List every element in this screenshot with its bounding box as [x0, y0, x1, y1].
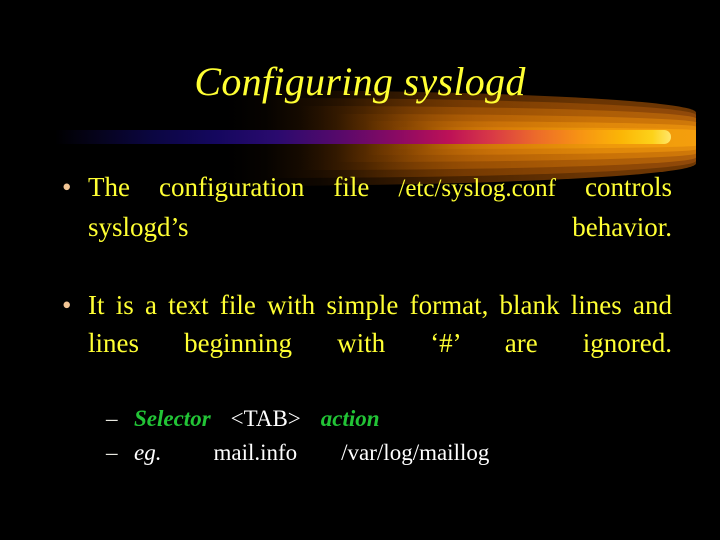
banner-glow-ring-2: [266, 98, 696, 178]
sub-bullet-item: – eg. mail.info/var/log/maillog: [48, 436, 672, 470]
banner-glow-ring-4: [336, 114, 696, 162]
syntax-action-keyword: action: [320, 406, 380, 431]
config-file-path: /etc/syslog.conf: [398, 175, 556, 202]
bullet-marker-icon: •: [62, 172, 72, 202]
slide-title: Configuring syslogd: [194, 59, 526, 104]
bullet-text: The configuration file /etc/syslog.conf …: [88, 168, 672, 284]
sub-bullet-item: – Selector <TAB> action: [48, 402, 672, 436]
bullet-item: • It is a text file with simple format, …: [48, 286, 672, 400]
example-label: eg.: [134, 440, 162, 465]
syntax-selector-keyword: Selector: [134, 406, 211, 431]
bullet-item: • The configuration file /etc/syslog.con…: [48, 168, 672, 284]
banner-glow-ring-6: [391, 127, 696, 149]
bullet-marker-icon: •: [62, 290, 72, 320]
bullet-text-part-before: The configuration file: [88, 172, 399, 202]
banner-glow-ring-3: [301, 106, 696, 170]
banner-core-bar: [55, 130, 671, 144]
bullet-text: It is a text file with simple format, bl…: [88, 290, 672, 358]
banner-glow-ring-5: [366, 121, 696, 155]
slide-body: • The configuration file /etc/syslog.con…: [48, 168, 672, 470]
example-action-value: /var/log/maillog: [341, 440, 490, 465]
slide-canvas: Configuring syslogd • The configuration …: [0, 0, 720, 540]
sub-bullet-marker-icon: –: [106, 440, 118, 465]
syntax-tab-token: <TAB>: [230, 406, 301, 431]
sub-bullet-marker-icon: –: [106, 406, 118, 431]
example-selector-value: mail.info: [213, 440, 298, 465]
